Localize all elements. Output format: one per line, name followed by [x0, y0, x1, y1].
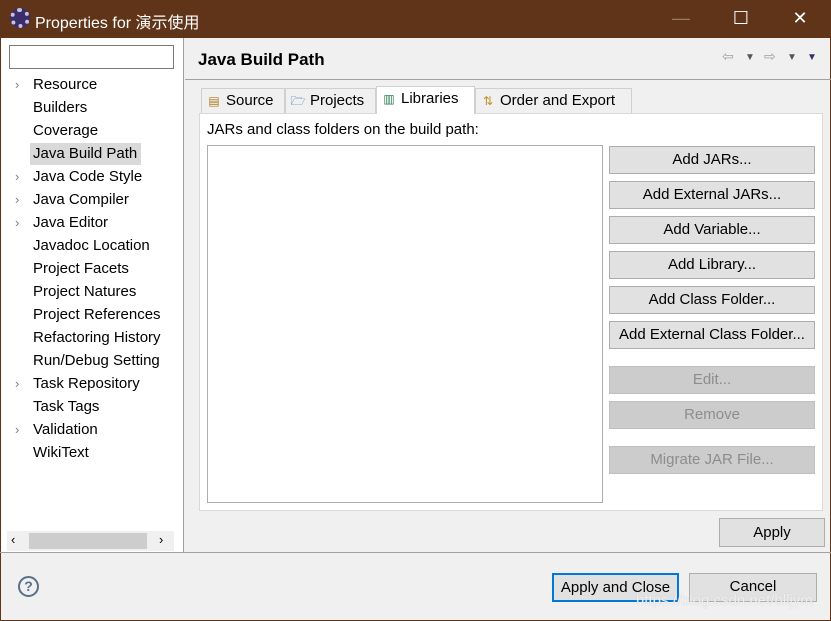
sidebar-item[interactable]: Project Facets: [33, 258, 129, 280]
divider: [0, 552, 831, 553]
source-folder-icon: ▤: [208, 94, 220, 108]
tab-label: Source: [226, 92, 274, 109]
sidebar-item[interactable]: Java Compiler: [33, 189, 129, 211]
sidebar-item[interactable]: Javadoc Location: [33, 235, 150, 257]
expand-chevron-icon[interactable]: ›: [15, 74, 19, 96]
sidebar-item[interactable]: Task Tags: [33, 396, 99, 418]
expand-chevron-icon[interactable]: ›: [15, 189, 19, 211]
forward-icon[interactable]: ⇨: [764, 48, 776, 65]
sidebar-item[interactable]: Project Natures: [33, 281, 136, 303]
add-class-folder-button[interactable]: Add Class Folder...: [609, 286, 815, 314]
title-bar: Properties for 演示使用 — ☐ ✕: [0, 0, 831, 38]
apply-button[interactable]: Apply: [719, 518, 825, 547]
filter-input[interactable]: [9, 45, 174, 69]
sidebar-item[interactable]: WikiText: [33, 442, 89, 464]
list-label: JARs and class folders on the build path…: [207, 121, 479, 138]
view-menu-icon[interactable]: ▼: [807, 52, 817, 63]
tab-projects[interactable]: 🗁 Projects: [285, 88, 376, 113]
tab-source[interactable]: ▤ Source: [201, 88, 285, 113]
sidebar-item[interactable]: Java Editor: [33, 212, 108, 234]
horizontal-scrollbar[interactable]: ‹ ›: [7, 531, 174, 551]
window-title: Properties for 演示使用: [35, 15, 200, 32]
build-path-list[interactable]: [207, 145, 603, 503]
sidebar-item[interactable]: Task Repository: [33, 373, 140, 395]
scroll-right-icon[interactable]: ›: [159, 532, 163, 547]
tab-libraries[interactable]: ▥ Libraries: [376, 86, 475, 114]
scrollbar-thumb[interactable]: [29, 533, 147, 549]
migrate-jar-file-button[interactable]: Migrate JAR File...: [609, 446, 815, 474]
sidebar-item[interactable]: Java Build Path: [30, 143, 142, 165]
sidebar-item[interactable]: Builders: [33, 97, 87, 119]
add-jars-button[interactable]: Add JARs...: [609, 146, 815, 174]
add-variable-button[interactable]: Add Variable...: [609, 216, 815, 244]
remove-button[interactable]: Remove: [609, 401, 815, 429]
expand-chevron-icon[interactable]: ›: [15, 419, 19, 441]
tab-label: Libraries: [401, 90, 459, 107]
add-external-class-folder-button[interactable]: Add External Class Folder...: [609, 321, 815, 349]
sidebar-item[interactable]: Java Code Style: [33, 166, 142, 188]
back-menu-icon[interactable]: ▼: [745, 52, 755, 63]
add-library-button[interactable]: Add Library...: [609, 251, 815, 279]
add-external-jars-button[interactable]: Add External JARs...: [609, 181, 815, 209]
scroll-left-icon[interactable]: ‹: [11, 532, 15, 547]
sidebar-item[interactable]: Project References: [33, 304, 161, 326]
minimize-button[interactable]: —: [666, 8, 696, 30]
sidebar-item[interactable]: Resource: [33, 74, 97, 96]
sidebar-item[interactable]: Refactoring History: [33, 327, 161, 349]
page-title: Java Build Path: [198, 50, 325, 69]
watermark: https://blog.csdn.net/blljym: [636, 592, 813, 609]
expand-chevron-icon[interactable]: ›: [15, 166, 19, 188]
folder-open-icon: 🗁: [290, 94, 306, 108]
maximize-button[interactable]: ☐: [726, 8, 756, 30]
tab-label: Projects: [310, 92, 365, 109]
sidebar-item[interactable]: Run/Debug Setting: [33, 350, 160, 372]
forward-menu-icon[interactable]: ▼: [787, 52, 797, 63]
order-export-icon: ⇅: [482, 94, 494, 108]
edit-button[interactable]: Edit...: [609, 366, 815, 394]
help-icon[interactable]: ?: [18, 576, 39, 597]
expand-chevron-icon[interactable]: ›: [15, 212, 19, 234]
tab-order-and-export[interactable]: ⇅ Order and Export: [475, 88, 632, 113]
eclipse-icon: [10, 8, 30, 28]
library-icon: ▥: [383, 92, 395, 106]
expand-chevron-icon[interactable]: ›: [15, 373, 19, 395]
divider: [185, 79, 831, 80]
sidebar-item[interactable]: Coverage: [33, 120, 98, 142]
back-icon[interactable]: ⇦: [722, 48, 734, 65]
close-button[interactable]: ✕: [785, 8, 815, 30]
tab-label: Order and Export: [500, 92, 616, 109]
sidebar-item[interactable]: Validation: [33, 419, 98, 441]
